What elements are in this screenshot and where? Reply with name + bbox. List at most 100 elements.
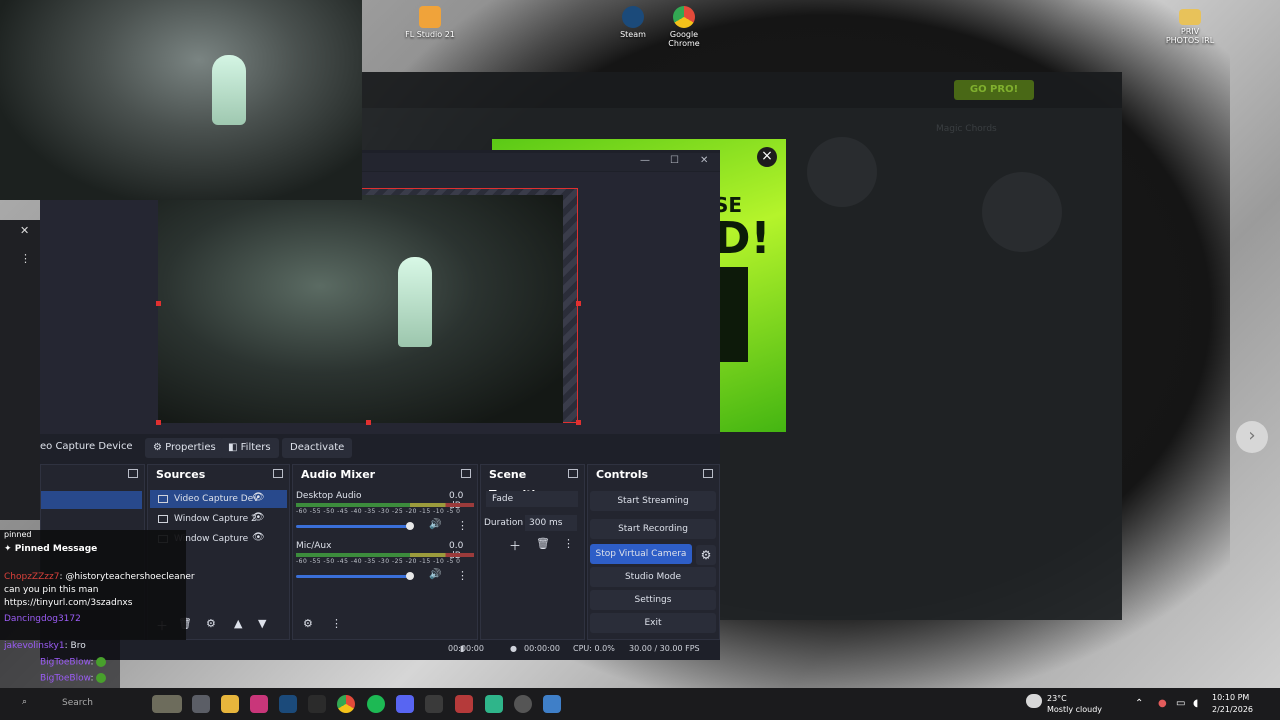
- desktop-icon-fl-studio[interactable]: FL Studio 21: [390, 6, 470, 39]
- filters-button[interactable]: ◧ Filters: [220, 438, 279, 458]
- duration-input[interactable]: 300 ms: [525, 515, 577, 531]
- emote-icon: [96, 657, 107, 667]
- epic-icon[interactable]: [308, 695, 326, 713]
- shield-icon[interactable]: [543, 695, 561, 713]
- speaker-icon[interactable]: ◖: [1193, 698, 1198, 709]
- weather-icon[interactable]: [1026, 694, 1042, 708]
- transition-select[interactable]: Fade: [486, 491, 578, 507]
- more-options-icon[interactable]: ⋮: [457, 519, 468, 532]
- webcam-feed-preview: [158, 195, 563, 423]
- source-item-window-capture-2[interactable]: Window Capture 2: [150, 510, 287, 528]
- speaker-icon[interactable]: 🔊: [429, 569, 441, 580]
- sources-title: Sources: [156, 468, 206, 481]
- eye-icon[interactable]: 👁: [252, 492, 265, 503]
- spotify-icon[interactable]: [367, 695, 385, 713]
- volume-knob[interactable]: [406, 572, 414, 580]
- folder-icon: [1179, 9, 1201, 25]
- more-options-icon[interactable]: ⋮: [331, 617, 342, 630]
- instagram-icon[interactable]: [250, 695, 268, 713]
- chevron-up-icon[interactable]: ⌃: [1135, 698, 1143, 709]
- close-icon[interactable]: ✕: [20, 224, 29, 237]
- chat-text: :: [90, 657, 94, 668]
- clock-time[interactable]: 10:10 PM: [1212, 693, 1249, 702]
- channel-name: Mic/Aux: [296, 541, 332, 551]
- search-icon[interactable]: ⌕: [22, 697, 27, 707]
- chrome-icon[interactable]: [337, 695, 355, 713]
- settings-button[interactable]: Settings: [590, 590, 716, 610]
- fl-studio-icon: [419, 6, 441, 28]
- properties-label: Properties: [165, 442, 216, 453]
- duration-label: Duration: [484, 518, 524, 528]
- more-options-icon[interactable]: ⋮: [563, 537, 574, 550]
- clock-date[interactable]: 2/21/2026: [1212, 705, 1253, 714]
- dock-popout-icon[interactable]: [461, 469, 471, 478]
- desktop-icon-folder[interactable]: PRIV PHOTOS IRL: [1150, 6, 1230, 45]
- chat-username[interactable]: BigToeBlow: [40, 674, 90, 684]
- maximize-button[interactable]: ☐: [670, 155, 679, 166]
- close-button[interactable]: ✕: [700, 155, 708, 166]
- source-item-video-capture[interactable]: Video Capture Dev: [150, 490, 287, 508]
- stop-virtual-camera-button[interactable]: Stop Virtual Camera: [590, 544, 692, 564]
- eye-icon[interactable]: 👁: [252, 532, 265, 543]
- taskbar-search[interactable]: Search: [62, 698, 93, 708]
- resize-handle[interactable]: [576, 301, 581, 306]
- properties-button[interactable]: ⚙ Properties: [145, 438, 224, 458]
- app-icon[interactable]: [485, 695, 503, 713]
- start-streaming-button[interactable]: Start Streaming: [590, 491, 716, 511]
- resize-handle[interactable]: [156, 301, 161, 306]
- desktop-icon-chrome[interactable]: Google Chrome: [644, 6, 724, 48]
- chat-username[interactable]: ChopzZZzz7: [4, 572, 59, 582]
- add-transition-icon[interactable]: ＋: [509, 537, 521, 554]
- settings-icon[interactable]: [514, 695, 532, 713]
- weather-text: Mostly cloudy: [1047, 705, 1102, 714]
- source-toolbar: [40, 435, 720, 461]
- gear-icon[interactable]: ⚙: [206, 617, 216, 630]
- voicemeeter-icon[interactable]: [455, 695, 473, 713]
- arrow-down-icon[interactable]: ▼: [258, 617, 266, 630]
- resize-handle[interactable]: [156, 420, 161, 425]
- obs-icon[interactable]: [425, 695, 443, 713]
- search-highlight-icon[interactable]: [152, 695, 182, 713]
- volume-slider[interactable]: [296, 572, 414, 580]
- steam-icon[interactable]: [279, 695, 297, 713]
- go-pro-button[interactable]: GO PRO!: [954, 80, 1034, 100]
- chevron-right-icon[interactable]: ›: [1236, 421, 1268, 453]
- chat-message: BigToeBlow:: [40, 673, 107, 684]
- scene-item-selected[interactable]: [41, 491, 142, 509]
- steam-icon: [622, 6, 644, 28]
- dock-popout-icon[interactable]: [568, 469, 578, 478]
- eye-icon[interactable]: 👁: [252, 512, 265, 523]
- chat-username[interactable]: Dancingdog3172: [4, 614, 81, 624]
- record-icon: ●: [510, 644, 517, 653]
- deactivate-button[interactable]: Deactivate: [282, 438, 353, 458]
- advanced-audio-icon[interactable]: ⚙: [303, 617, 313, 630]
- task-view-icon[interactable]: [192, 695, 210, 713]
- volume-knob[interactable]: [406, 522, 414, 530]
- studio-mode-button[interactable]: Studio Mode: [590, 567, 716, 587]
- trash-icon[interactable]: 🗑: [536, 537, 550, 550]
- chat-username[interactable]: jakevolinsky1: [4, 641, 65, 651]
- virtual-camera-settings-icon[interactable]: ⚙: [696, 545, 716, 565]
- chat-link[interactable]: https://tinyurl.com/3szadnxs: [4, 598, 132, 608]
- resize-handle[interactable]: [366, 420, 371, 425]
- arrow-up-icon[interactable]: ▲: [234, 617, 242, 630]
- discord-icon[interactable]: [396, 695, 414, 713]
- more-options-icon[interactable]: ⋮: [20, 252, 31, 265]
- dock-popout-icon[interactable]: [703, 469, 713, 478]
- ad-close-button[interactable]: ×: [757, 147, 777, 167]
- network-icon[interactable]: ▭: [1176, 698, 1185, 709]
- dock-popout-icon[interactable]: [273, 469, 283, 478]
- minimize-button[interactable]: —: [640, 155, 650, 166]
- exit-button[interactable]: Exit: [590, 613, 716, 633]
- more-options-icon[interactable]: ⋮: [457, 569, 468, 582]
- pinned-header: pinned: [4, 530, 32, 539]
- start-recording-button[interactable]: Start Recording: [590, 519, 716, 539]
- pinned-title: ✦ Pinned Message: [4, 544, 97, 554]
- resize-handle[interactable]: [576, 420, 581, 425]
- files-icon[interactable]: [221, 695, 239, 713]
- chat-username[interactable]: BigToeBlow: [40, 658, 90, 668]
- dock-popout-icon[interactable]: [128, 469, 138, 478]
- microphone-icon[interactable]: ●: [1158, 698, 1167, 709]
- volume-slider[interactable]: [296, 522, 414, 530]
- speaker-icon[interactable]: 🔊: [429, 519, 441, 530]
